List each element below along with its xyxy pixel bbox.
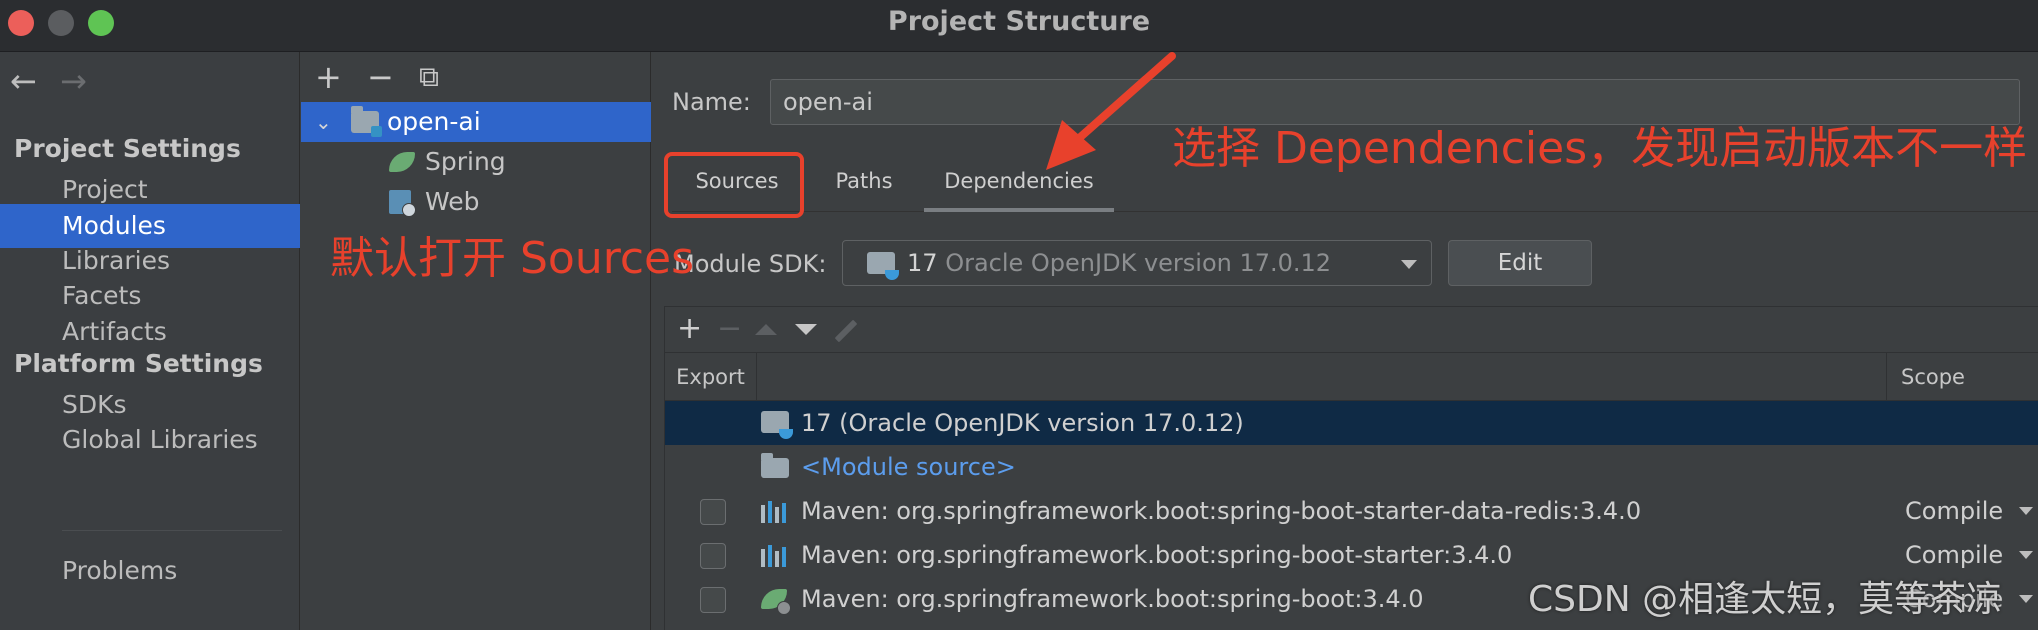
spring-boot-library-icon xyxy=(761,589,791,615)
chevron-down-icon xyxy=(2019,507,2033,515)
tree-item-open-ai[interactable]: ⌄ open-ai xyxy=(301,102,651,142)
nav-divider xyxy=(62,530,282,531)
dependency-name: Maven: org.springframework.boot:spring-b… xyxy=(801,541,1513,569)
dependency-name: Maven: org.springframework.boot:spring-b… xyxy=(801,497,1642,525)
add-icon[interactable]: + xyxy=(315,58,342,96)
name-label: Name: xyxy=(672,88,751,116)
nav-item-global-libraries[interactable]: Global Libraries xyxy=(0,418,300,462)
edit-sdk-button[interactable]: Edit xyxy=(1448,240,1592,286)
chevron-down-icon[interactable]: ⌄ xyxy=(315,102,332,142)
tree-item-label: open-ai xyxy=(387,107,481,136)
chevron-down-icon xyxy=(2019,551,2033,559)
edit-dependency-icon[interactable] xyxy=(834,319,858,343)
table-row[interactable]: 17 (Oracle OpenJDK version 17.0.12) xyxy=(665,401,2038,445)
nav-item-artifacts[interactable]: Artifacts xyxy=(0,310,300,354)
export-column-header[interactable]: Export xyxy=(665,353,757,401)
sdk-version: 17 xyxy=(907,249,938,277)
dependency-column-header[interactable] xyxy=(757,353,1887,401)
scope-column-header[interactable]: Scope xyxy=(1887,353,2037,401)
forward-arrow-icon[interactable]: → xyxy=(60,62,87,100)
module-sdk-label: Module SDK: xyxy=(674,250,827,278)
spring-leaf-icon xyxy=(389,152,415,172)
back-arrow-icon[interactable]: ← xyxy=(10,62,37,100)
annotation-select-dependencies: 选择 Dependencies，发现启动版本不一样 xyxy=(1172,123,2028,174)
title-bar: Project Structure xyxy=(0,0,2038,52)
platform-settings-heading: Platform Settings xyxy=(14,349,263,378)
tree-item-label: Spring xyxy=(425,147,506,176)
jdk-icon xyxy=(761,411,793,439)
annotation-sources-highlight xyxy=(664,152,804,218)
dependencies-header: Export Scope xyxy=(665,353,2038,401)
project-settings-heading: Project Settings xyxy=(14,134,241,163)
web-facet-icon xyxy=(389,190,416,217)
scope-select[interactable]: Compile xyxy=(1905,489,2003,533)
copy-icon[interactable]: ⧉ xyxy=(419,58,439,96)
move-down-icon[interactable] xyxy=(795,324,817,335)
nav-item-problems[interactable]: Problems xyxy=(0,549,300,593)
tree-item-label: Web xyxy=(425,187,480,216)
chevron-down-icon xyxy=(2019,595,2033,603)
jdk-icon xyxy=(867,252,899,280)
sdk-detail: Oracle OpenJDK version 17.0.12 xyxy=(945,249,1332,277)
annotation-default-sources: 默认打开 Sources xyxy=(330,233,695,284)
tree-item-web[interactable]: Web xyxy=(301,182,651,222)
tab-dependencies[interactable]: Dependencies xyxy=(924,150,1114,212)
dependency-name: Maven: org.springframework.boot:spring-b… xyxy=(801,585,1424,613)
maven-library-icon xyxy=(761,501,789,523)
dependency-name: <Module source> xyxy=(801,453,1016,481)
export-checkbox[interactable] xyxy=(700,587,726,613)
export-checkbox[interactable] xyxy=(700,543,726,569)
dependency-name: 17 (Oracle OpenJDK version 17.0.12) xyxy=(801,409,1244,437)
csdn-watermark: CSDN @相逢太短，莫等茶凉 xyxy=(1528,579,2003,620)
add-dependency-icon[interactable]: + xyxy=(677,309,702,349)
folder-icon xyxy=(761,453,789,478)
remove-dependency-icon[interactable]: − xyxy=(717,309,742,349)
tree-item-spring[interactable]: Spring xyxy=(301,142,651,182)
table-row[interactable]: Maven: org.springframework.boot:spring-b… xyxy=(665,489,2038,533)
tree-toolbar: + − ⧉ xyxy=(301,52,651,102)
chevron-down-icon xyxy=(1401,260,1417,269)
tab-paths[interactable]: Paths xyxy=(804,150,924,212)
module-badge-icon xyxy=(371,126,382,137)
window-title: Project Structure xyxy=(887,6,1151,37)
settings-nav: ← → Project Settings Project Modules Lib… xyxy=(0,52,300,630)
remove-icon[interactable]: − xyxy=(367,58,394,96)
table-row[interactable]: <Module source> xyxy=(665,445,2038,489)
export-checkbox[interactable] xyxy=(700,499,726,525)
module-tree-panel: + − ⧉ ⌄ open-ai Spring Web xyxy=(301,52,651,630)
move-up-icon[interactable] xyxy=(755,324,777,335)
maven-library-icon xyxy=(761,545,789,567)
dependencies-toolbar: + − xyxy=(665,307,2038,353)
module-sdk-select[interactable]: 17 Oracle OpenJDK version 17.0.12 xyxy=(842,240,1432,286)
